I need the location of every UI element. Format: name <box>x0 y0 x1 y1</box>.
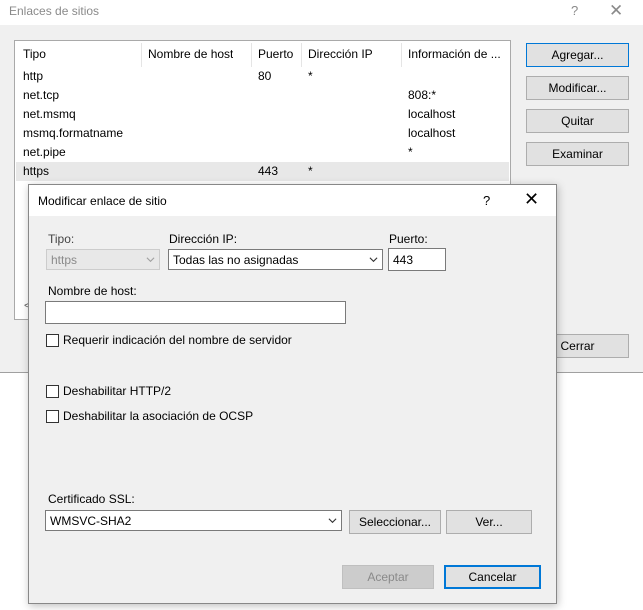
column-divider[interactable] <box>141 43 142 67</box>
cell-type: http <box>23 69 44 83</box>
chevron-down-icon <box>146 257 155 263</box>
ssl-certificate-value: WMSVC-SHA2 <box>50 514 132 528</box>
close-icon[interactable]: ✕ <box>524 189 539 210</box>
ip-label: Dirección IP: <box>169 232 238 246</box>
ok-button[interactable]: Aceptar <box>342 565 434 589</box>
ssl-certificate-select[interactable]: WMSVC-SHA2 <box>45 510 342 531</box>
table-row[interactable]: http 80 * <box>16 67 509 86</box>
column-header-type[interactable]: Tipo <box>23 47 46 61</box>
cell-port: 443 <box>258 164 279 178</box>
column-divider[interactable] <box>401 43 402 67</box>
sni-checkbox[interactable] <box>46 334 59 347</box>
disable-ocsp-checkbox[interactable] <box>46 410 59 423</box>
column-header-ip[interactable]: Dirección IP <box>308 47 373 61</box>
cell-type: net.pipe <box>23 145 66 159</box>
help-icon[interactable]: ? <box>571 3 578 18</box>
ip-address-select[interactable]: Todas las no asignadas <box>168 249 383 270</box>
table-row[interactable]: net.msmq localhost <box>16 105 509 124</box>
ip-address-value: Todas las no asignadas <box>173 253 299 267</box>
type-label: Tipo: <box>48 232 75 246</box>
table-row-selected[interactable]: https 443 * <box>16 162 509 181</box>
host-name-input[interactable] <box>45 301 346 324</box>
cell-info: * <box>408 145 413 159</box>
title-bar: Modificar enlace de sitio ? ✕ <box>29 185 556 216</box>
close-icon[interactable]: ✕ <box>609 1 623 21</box>
chevron-down-icon <box>369 257 378 263</box>
table-row[interactable]: net.pipe * <box>16 143 509 162</box>
edit-button[interactable]: Modificar... <box>526 76 629 100</box>
select-certificate-button[interactable]: Seleccionar... <box>349 510 441 534</box>
remove-button[interactable]: Quitar <box>526 109 629 133</box>
column-divider[interactable] <box>301 43 302 67</box>
disable-http2-checkbox[interactable] <box>46 385 59 398</box>
cell-ip: * <box>308 164 313 178</box>
cell-type: msmq.formatname <box>23 126 124 140</box>
port-input[interactable]: 443 <box>388 248 446 271</box>
type-select: https <box>46 249 160 270</box>
dialog-title: Modificar enlace de sitio <box>38 194 167 208</box>
cell-ip: * <box>308 69 313 83</box>
ssl-certificate-label: Certificado SSL: <box>48 492 135 506</box>
cell-type: https <box>23 164 50 178</box>
disable-http2-label[interactable]: Deshabilitar HTTP/2 <box>63 384 171 398</box>
column-header-port[interactable]: Puerto <box>258 47 293 61</box>
column-header-host[interactable]: Nombre de host <box>148 47 233 61</box>
sni-label[interactable]: Requerir indicación del nombre de servid… <box>63 333 292 347</box>
chevron-down-icon <box>328 518 337 524</box>
cell-type: net.msmq <box>23 107 76 121</box>
cell-info: 808:* <box>408 88 437 102</box>
column-divider[interactable] <box>251 43 252 67</box>
view-certificate-button[interactable]: Ver... <box>446 510 532 534</box>
cell-info: localhost <box>408 107 456 121</box>
browse-button[interactable]: Examinar <box>526 142 629 166</box>
port-value: 443 <box>393 253 414 267</box>
column-header-info[interactable]: Información de ... <box>408 47 506 61</box>
host-label: Nombre de host: <box>48 284 137 298</box>
edit-binding-dialog: Modificar enlace de sitio ? ✕ Tipo: http… <box>28 184 557 604</box>
disable-ocsp-label[interactable]: Deshabilitar la asociación de OCSP <box>63 409 253 423</box>
port-label: Puerto: <box>389 232 428 246</box>
cell-info: localhost <box>408 126 456 140</box>
cancel-button[interactable]: Cancelar <box>444 565 541 589</box>
cell-port: 80 <box>258 69 272 83</box>
title-bar: Enlaces de sitios ? ✕ <box>0 0 643 25</box>
add-button[interactable]: Agregar... <box>526 43 629 67</box>
table-row[interactable]: net.tcp 808:* <box>16 86 509 105</box>
cell-type: net.tcp <box>23 88 60 102</box>
type-value: https <box>51 253 78 267</box>
table-row[interactable]: msmq.formatname localhost <box>16 124 509 143</box>
dialog-title: Enlaces de sitios <box>9 4 100 18</box>
help-icon[interactable]: ? <box>483 193 490 208</box>
